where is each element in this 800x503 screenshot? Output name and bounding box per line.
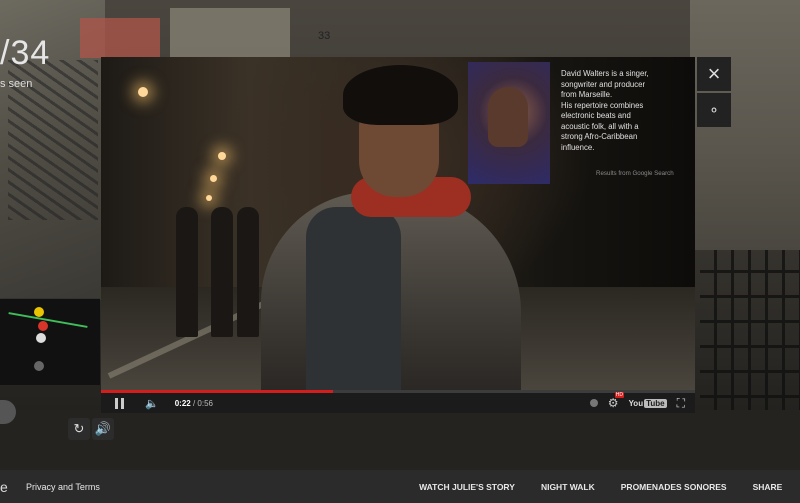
time-display: 0:22 / 0:56: [174, 398, 213, 408]
footer-bar: e Privacy and Terms WATCH JULIE'S STORY …: [0, 470, 800, 503]
wall-number: 33: [318, 30, 331, 42]
artist-info-line: acoustic folk, all with a: [561, 121, 639, 131]
singer-hair: [343, 65, 458, 125]
photo-counter: /34: [0, 34, 51, 72]
artist-info-line: electronic beats and: [561, 111, 631, 120]
ground: [0, 410, 800, 470]
artist-info-line: songwriter and producer: [561, 79, 646, 89]
close-icon: ×: [707, 61, 721, 86]
hd-badge: HD: [614, 392, 625, 398]
nav-night-walk[interactable]: NIGHT WALK: [541, 482, 595, 492]
artist-info-line: His repertoire combines: [561, 100, 644, 110]
scaffolding: [700, 250, 800, 420]
logo[interactable]: e: [0, 479, 14, 495]
pause-button[interactable]: [115, 397, 127, 409]
singer-vest: [306, 207, 401, 392]
artist-info-line: David Walters is a singer,: [561, 69, 649, 78]
artist-info-line: influence.: [561, 142, 595, 152]
map-pin-yellow[interactable]: [34, 307, 44, 317]
artist-info-line: strong Afro-Caribbean: [561, 132, 638, 141]
street-lamp: [210, 175, 217, 182]
sound-button[interactable]: 🔊: [92, 418, 114, 440]
reload-icon: ↻: [73, 421, 85, 436]
footer-nav: WATCH JULIE'S STORY NIGHT WALK PROMENADE…: [419, 482, 800, 492]
share-button[interactable]: ⚬: [697, 93, 731, 127]
pause-icon: [115, 397, 118, 409]
current-time: 0:22: [174, 398, 191, 408]
map-route: [8, 312, 88, 328]
youtube-logo[interactable]: You Tube: [629, 398, 667, 408]
wall-poster: [80, 18, 160, 58]
share-icon: ⚬: [708, 101, 720, 118]
mini-map[interactable]: [0, 298, 100, 385]
wall-poster-2: [170, 8, 290, 58]
artist-info-line: from Marseille.: [561, 90, 613, 99]
fullscreen-icon[interactable]: ⛶: [677, 396, 685, 411]
nav-share[interactable]: SHARE: [753, 482, 783, 492]
map-pin-current[interactable]: [36, 333, 46, 343]
street-lamp: [206, 195, 212, 201]
map-pin-location[interactable]: [34, 361, 44, 371]
privacy-link[interactable]: Privacy and Terms: [26, 482, 100, 492]
street-lamp: [218, 152, 226, 160]
artist-photo[interactable]: [468, 62, 550, 184]
nav-watch-julies-story[interactable]: WATCH JULIE'S STORY: [419, 482, 515, 492]
artist-photo-figure: [488, 87, 528, 147]
reload-button[interactable]: ↻: [68, 418, 90, 440]
info-source-link[interactable]: Results from Google Search: [596, 170, 674, 177]
sound-icon: 🔊: [94, 421, 112, 436]
annotations-button[interactable]: [589, 399, 598, 407]
close-button[interactable]: ×: [697, 57, 731, 91]
gear-icon[interactable]: ⚙ HD: [608, 392, 625, 410]
photo-counter-sub: s seen: [0, 78, 33, 90]
video-player[interactable]: David Walters is a singer, songwriter an…: [101, 57, 695, 413]
artist-info: David Walters is a singer, songwriter an…: [561, 69, 691, 153]
bystander: [237, 207, 259, 337]
video-frame[interactable]: David Walters is a singer, songwriter an…: [101, 57, 695, 392]
player-controls: 🔈 0:22 / 0:56 ⚙ HD You Tube ⛶: [101, 392, 695, 413]
map-pin-red[interactable]: [38, 321, 48, 331]
street-lamp: [138, 87, 148, 97]
nav-promenades-sonores[interactable]: PROMENADES SONORES: [621, 482, 727, 492]
duration: 0:56: [197, 398, 213, 408]
bystander: [211, 207, 233, 337]
volume-icon[interactable]: 🔈: [145, 397, 159, 410]
bystander: [176, 207, 198, 337]
